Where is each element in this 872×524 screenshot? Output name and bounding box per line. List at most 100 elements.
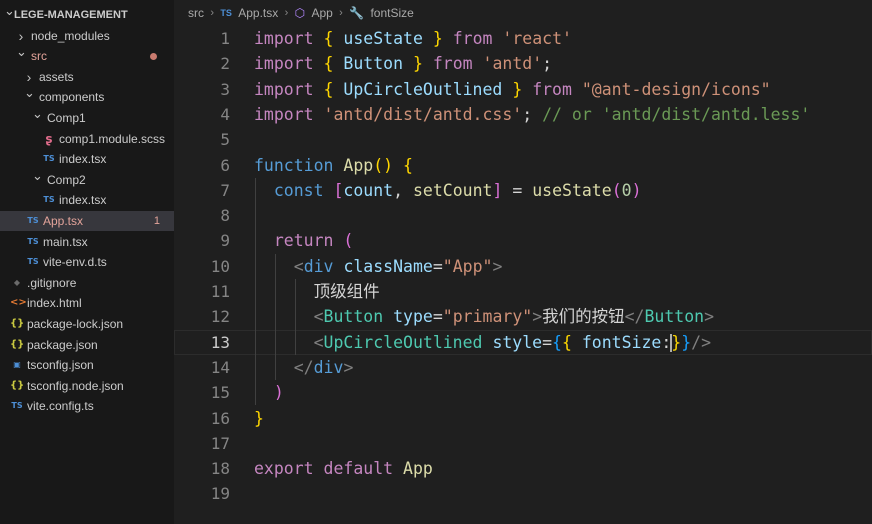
code-editor[interactable]: src › TS App.tsx › ⬡ App › 🔧 fontSize 1 i…	[174, 0, 872, 524]
explorer-file[interactable]: TS vite.config.ts	[0, 396, 174, 416]
code-token: 'antd/dist/antd.css'	[323, 104, 523, 124]
code-text: import { Button } from 'antd';	[254, 51, 552, 76]
code-line[interactable]: 15 )	[174, 380, 872, 405]
code-line[interactable]: 18 export default App	[174, 456, 872, 481]
code-token: }	[671, 332, 682, 352]
line-number: 15	[210, 383, 230, 403]
code-token: // or 'antd/dist/antd.less'	[542, 104, 811, 124]
scss-icon: ʂ	[45, 131, 53, 146]
code-line[interactable]: 5	[174, 127, 872, 152]
chevron-down-icon[interactable]: ⌄	[24, 83, 35, 103]
ts-icon: TS	[27, 216, 39, 225]
code-line[interactable]: 9 return (	[174, 228, 872, 253]
explorer-file[interactable]: ʂ comp1.module.scss	[0, 129, 174, 149]
code-line[interactable]: 6 function App() {	[174, 153, 872, 178]
explorer-folder[interactable]: › node_modules	[0, 26, 174, 46]
code-line[interactable]: 10 <div className="App">	[174, 254, 872, 279]
explorer-item-label: Comp1	[47, 111, 86, 125]
explorer-file[interactable]: {} package-lock.json	[0, 314, 174, 334]
code-line[interactable]: 2 import { Button } from 'antd';	[174, 51, 872, 76]
explorer-file[interactable]: ▣ tsconfig.json	[0, 355, 174, 375]
code-token: }	[512, 79, 523, 99]
code-token: div	[313, 357, 344, 377]
code-line[interactable]: 14 </div>	[174, 355, 872, 380]
indent-guide	[274, 253, 276, 381]
code-token: [	[333, 180, 344, 200]
code-token: >	[343, 357, 354, 377]
code-token: ]	[492, 180, 503, 200]
explorer-folder[interactable]: ⌄ LEGE-MANAGEMENT	[0, 3, 174, 25]
code-text: )	[254, 380, 284, 405]
explorer-folder[interactable]: ⌄ src	[0, 44, 174, 66]
code-token: Button	[343, 54, 404, 74]
explorer-file[interactable]: TS App.tsx 1	[0, 211, 174, 231]
code-line[interactable]: 17	[174, 431, 872, 456]
explorer-file[interactable]: <> index.html	[0, 293, 174, 313]
explorer-file[interactable]: TS index.tsx	[0, 190, 174, 210]
code-line[interactable]: 1 import { useState } from 'react'	[174, 26, 872, 51]
code-text: export default App	[254, 456, 433, 481]
code-token: style	[492, 332, 543, 352]
code-text: </div>	[254, 355, 354, 380]
breadcrumb: src › TS App.tsx › ⬡ App › 🔧 fontSize	[174, 0, 872, 26]
explorer-file[interactable]: {} tsconfig.node.json	[0, 376, 174, 396]
explorer-item-label: App.tsx	[43, 214, 84, 228]
explorer-item-label: main.tsx	[43, 234, 88, 249]
breadcrumb-folder[interactable]: src	[188, 0, 204, 26]
explorer-file[interactable]: TS vite-env.d.ts	[0, 252, 174, 272]
explorer-folder[interactable]: ⌄ components	[0, 85, 174, 107]
code-text: <div className="App">	[254, 254, 503, 279]
code-text: return (	[254, 228, 353, 253]
explorer-folder[interactable]: ⌄ Comp2	[0, 168, 174, 190]
code-line[interactable]: 12 <Button type="primary">我们的按钮</Button>	[174, 304, 872, 329]
chevron-down-icon[interactable]: ⌄	[16, 42, 27, 62]
code-token: Button	[644, 307, 705, 327]
explorer-item-label: package-lock.json	[27, 317, 124, 331]
problem-count-badge: 1	[153, 215, 160, 227]
line-number: 11	[210, 282, 230, 301]
explorer-file[interactable]: TS main.tsx	[0, 232, 174, 252]
chevron-down-icon[interactable]: ⌄	[4, 1, 15, 21]
code-line[interactable]: 4 import 'antd/dist/antd.css'; // or 'ant…	[174, 102, 872, 127]
code-line[interactable]: 13 <UpCircleOutlined style={{ fontSize:}…	[174, 329, 872, 355]
json-icon: {}	[10, 318, 25, 329]
breadcrumb-symbol[interactable]: App	[311, 0, 332, 26]
explorer-file[interactable]: TS index.tsx	[0, 149, 174, 169]
indent-guide	[255, 177, 256, 406]
code-line[interactable]: 19	[174, 481, 872, 506]
code-line[interactable]: 7 const [count, setCount] = useState(0)	[174, 178, 872, 203]
code-line[interactable]: 8	[174, 203, 872, 228]
code-token: }	[681, 332, 692, 352]
code-line[interactable]: 11 顶级组件	[174, 279, 872, 304]
breadcrumb-property[interactable]: fontSize	[370, 0, 413, 26]
explorer-file[interactable]: {} package.json	[0, 335, 174, 355]
code-token: {	[403, 155, 413, 175]
breadcrumb-file[interactable]: App.tsx	[238, 0, 278, 26]
code-token: className	[343, 256, 433, 276]
code-token: setCount	[412, 180, 493, 200]
code-token: <	[313, 332, 324, 352]
code-token: default	[323, 459, 394, 479]
explorer-folder[interactable]: ⌄ Comp1	[0, 106, 174, 128]
code-token: useState	[343, 29, 423, 48]
code-line[interactable]: 3 import { UpCircleOutlined } from "@ant-…	[174, 77, 872, 102]
code-token: function	[254, 155, 334, 175]
code-line[interactable]: 16}	[174, 406, 872, 431]
code-token: UpCircleOutlined	[323, 332, 483, 352]
ts-icon: TS	[43, 195, 55, 205]
chevron-down-icon[interactable]: ⌄	[32, 166, 43, 186]
code-token: Button	[323, 307, 384, 327]
explorer-file[interactable]: ◆ .gitignore	[0, 273, 174, 293]
code-token: ,	[393, 180, 413, 200]
chevron-down-icon[interactable]: ⌄	[32, 104, 43, 124]
code-token: from	[452, 29, 493, 48]
